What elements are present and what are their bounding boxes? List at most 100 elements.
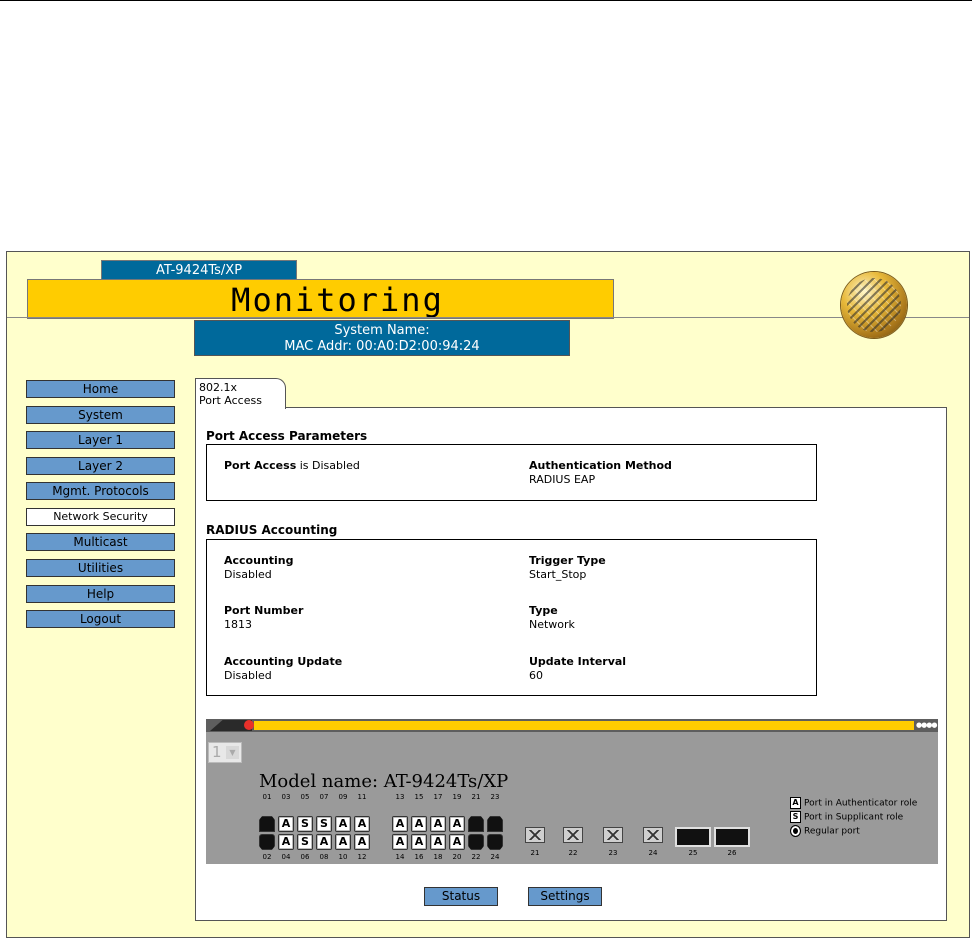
port-number-label: 16 [414,853,424,861]
switch-port[interactable]: S [297,816,313,832]
accounting-update: Accounting Update Disabled [224,655,342,683]
switch-port[interactable]: A [449,816,465,832]
power-led-icon [244,720,254,730]
port-number-label: 05 [300,793,310,801]
nav-layer2-button[interactable]: Layer 2 [26,457,175,475]
content-panel: Port Access Parameters Port Access is Di… [195,407,947,921]
switch-top-bar: ●●●● [206,719,938,732]
switch-port[interactable] [259,834,275,850]
port-number-label: 15 [414,793,424,801]
switch-port[interactable]: A [411,834,427,850]
switch-port[interactable]: S [316,816,332,832]
port-number-label: 24 [490,853,500,861]
port-number-label: 22 [568,849,578,857]
trigger-type: Trigger Type Start_Stop [529,554,606,582]
port-number-label: 09 [338,793,348,801]
nav-network-security-button[interactable]: Network Security [26,508,175,526]
switch-port[interactable]: A [392,834,408,850]
switch-port[interactable]: A [278,834,294,850]
legend-label: Port in Authenticator role [804,798,918,809]
port-number-label: 25 [688,849,698,857]
switch-port[interactable]: A [430,816,446,832]
switch-port[interactable]: A [335,834,351,850]
port-access-status: Port Access is Disabled [224,459,360,473]
port-number-label: 04 [281,853,291,861]
radius-title: RADIUS Accounting [206,523,338,537]
browser-frame: AT-9424Ts/XP Monitoring System Name: MAC… [6,251,970,938]
accounting-update-value: Disabled [224,669,272,682]
legend-label: Port in Supplicant role [804,812,904,823]
legend-item: Regular port [790,825,860,837]
switch-faceplate: ●●●● 1 ▼ Model name: AT-9424Ts/XP 01 03 05… [206,719,938,864]
accounting-update-label: Accounting Update [224,655,343,668]
port-number-label: 23 [608,849,618,857]
sfp-port[interactable] [714,827,750,847]
gbic-port[interactable] [603,827,623,843]
unit-select[interactable]: 1 ▼ [208,742,242,763]
switch-port[interactable] [468,816,484,832]
port-access-title: Port Access Parameters [206,429,368,443]
switch-port[interactable] [487,834,503,850]
tab-label-line2: Port Access [199,394,262,407]
top-rule [0,0,972,1]
type: Type Network [529,604,575,632]
switch-port[interactable] [259,816,275,832]
port-number: Port Number 1813 [224,604,303,632]
nav-utilities-button[interactable]: Utilities [26,559,175,577]
switch-port[interactable] [468,834,484,850]
radius-box: Accounting Disabled Trigger Type Start_S… [206,539,817,696]
switch-port[interactable]: A [278,816,294,832]
switch-port[interactable]: A [335,816,351,832]
port-number-label: 21 [471,793,481,801]
auth-method: Authentication Method RADIUS EAP [529,459,672,487]
switch-port[interactable]: A [411,816,427,832]
sfp-port[interactable] [675,827,711,847]
legend-regular-port-icon [790,825,801,837]
nav-multicast-button[interactable]: Multicast [26,533,175,551]
switch-port[interactable]: A [430,834,446,850]
switch-port[interactable]: S [297,834,313,850]
settings-button[interactable]: Settings [528,887,602,906]
status-button[interactable]: Status [424,887,498,906]
switch-port[interactable]: A [354,816,370,832]
port-number-label: 24 [648,849,658,857]
legend-item: S Port in Supplicant role [790,811,903,823]
gbic-port[interactable] [563,827,583,843]
legend-s-port-icon: S [790,811,801,823]
globe-logo-icon [841,272,907,338]
tab-label-line1: 802.1x [199,381,238,394]
legend-label: Regular port [804,826,860,837]
gbic-port[interactable] [525,827,545,843]
switch-port[interactable]: A [449,834,465,850]
nav-mgmt-protocols-button[interactable]: Mgmt. Protocols [26,482,175,500]
nav-help-button[interactable]: Help [26,585,175,603]
auth-method-value: RADIUS EAP [529,473,596,486]
switch-port[interactable]: A [354,834,370,850]
port-number-label: 10 [338,853,348,861]
accounting: Accounting Disabled [224,554,294,582]
trigger-type-label: Trigger Type [529,554,606,567]
legend-item: A Port in Authenticator role [790,797,917,809]
update-interval: Update Interval 60 [529,655,626,683]
system-info: System Name: MAC Addr: 00:A0:D2:00:94:24 [194,320,570,356]
switch-stripe [254,721,914,730]
nav-layer1-button[interactable]: Layer 1 [26,431,175,449]
switch-port[interactable]: A [316,834,332,850]
port-number-label: 19 [452,793,462,801]
switch-port[interactable] [487,816,503,832]
switch-port[interactable]: A [392,816,408,832]
vent-dots-icon: ●●●● [916,721,937,729]
nav-home-button[interactable]: Home [26,380,175,398]
gbic-port[interactable] [643,827,663,843]
port-number-label: 17 [433,793,443,801]
nav-system-button[interactable]: System [26,406,175,424]
port-number-value: 1813 [224,618,252,631]
tab-8021x-port-access[interactable]: 802.1x Port Access [195,378,286,409]
port-number-label: 03 [281,793,291,801]
unit-select-value: 1 [212,743,222,761]
page-banner: Monitoring [27,279,614,319]
nav-logout-button[interactable]: Logout [26,610,175,628]
trigger-type-value: Start_Stop [529,568,587,581]
port-number-label: 01 [262,793,272,801]
chevron-down-icon: ▼ [226,746,239,759]
